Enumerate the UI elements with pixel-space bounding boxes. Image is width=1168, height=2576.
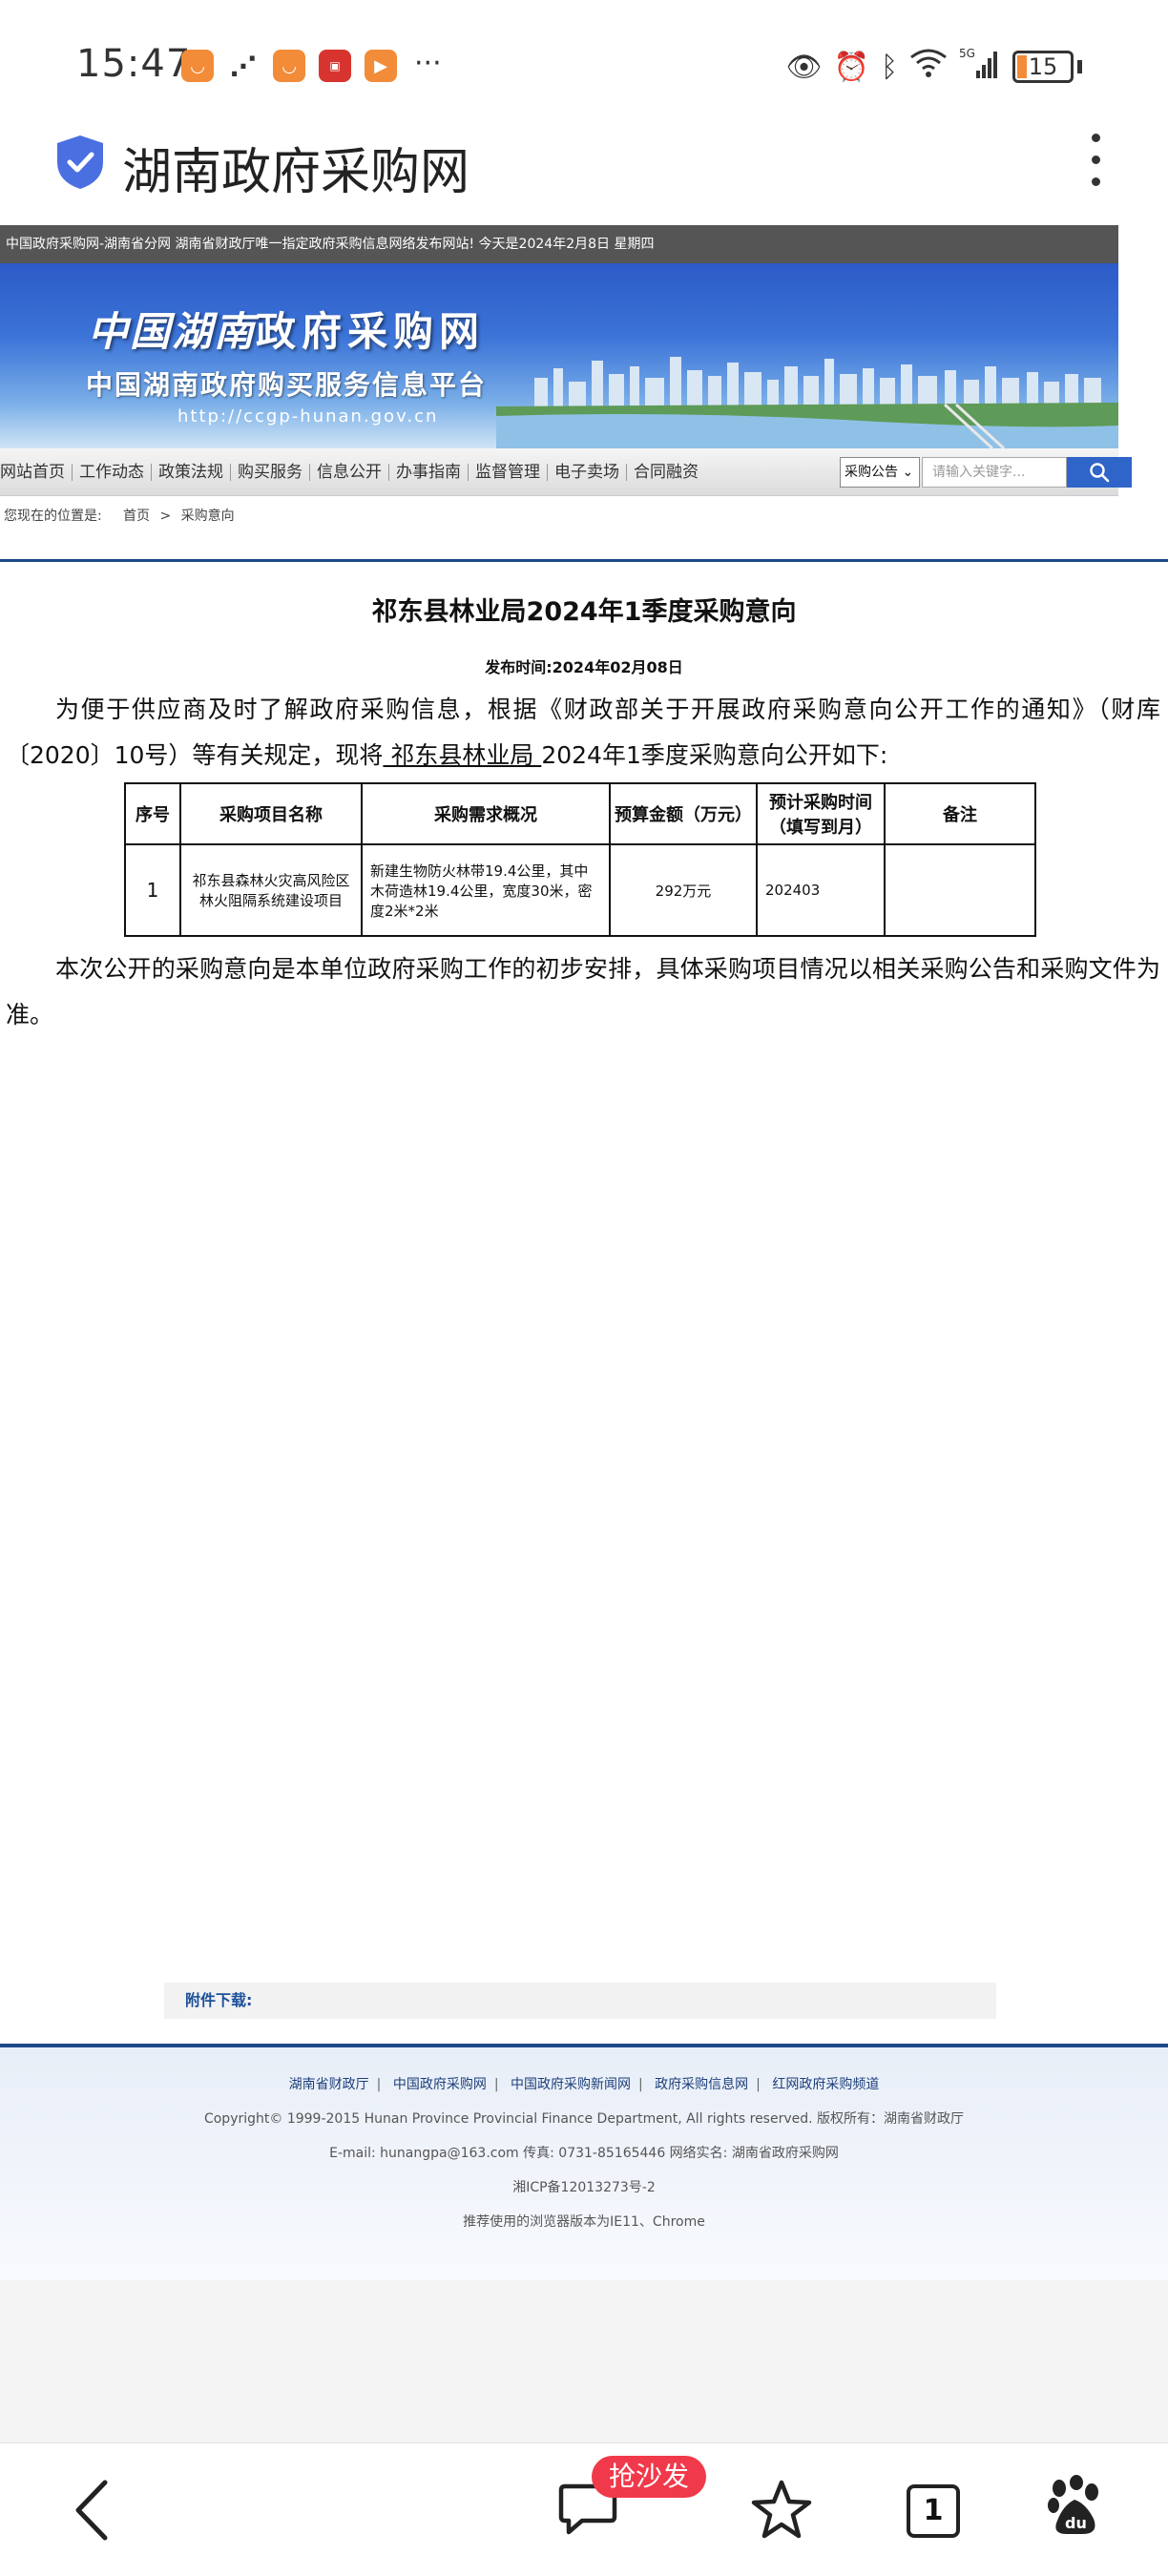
banner-logo: 中国湖南政府采购网 [88, 308, 486, 355]
battery-icon: 15 [1012, 51, 1074, 83]
nav-supervision[interactable]: 监督管理 [469, 464, 548, 481]
baidu-paw-icon[interactable]: du [1046, 2475, 1103, 2538]
news-notification-icon: ▣ [319, 50, 351, 82]
site-topline: 中国政府采购网-湖南省分网 湖南省财政厅唯一指定政府采购信息网络发布网站! 今天… [0, 225, 1118, 263]
page-bottom-space [0, 2280, 1168, 2442]
site-nav-bar: 网站首页 工作动态 政策法规 购买服务 信息公开 办事指南 监督管理 电子卖场 … [0, 448, 1132, 496]
footer-link[interactable]: 红网政府采购频道 [772, 2077, 879, 2092]
nav-policy[interactable]: 政策法规 [152, 464, 231, 481]
breadcrumb: 您现在的位置是: 首页 > 采购意向 [4, 509, 235, 524]
banner-url: http://ccgp-hunan.gov.cn [177, 406, 439, 426]
procurement-table: 序号 采购项目名称 采购需求概况 预算金额（万元） 预计采购时间（填写到月） 备… [124, 782, 1036, 937]
nav-services[interactable]: 购买服务 [231, 464, 310, 481]
footer-link[interactable]: 中国政府采购网 [393, 2077, 487, 2092]
city-skyline-image [496, 357, 1118, 448]
svg-text:5G: 5G [959, 47, 975, 60]
breadcrumb-home[interactable]: 首页 [123, 509, 150, 524]
search-button[interactable] [1067, 457, 1132, 488]
status-bar: 15:47 ◡ ⋰ ◡ ▣ ▶ ··· 👁 ⏰ ᛒ 5G 15 [0, 0, 1168, 134]
svg-text:du: du [1065, 2514, 1087, 2532]
table-cell [884, 843, 1036, 937]
footer-links: 湖南省财政厅 | 中国政府采购网 | 中国政府采购新闻网 | 政府采购信息网 | 红网政… [288, 2077, 880, 2092]
col-header: 采购项目名称 [179, 782, 363, 845]
footer-link[interactable]: 湖南省财政厅 [289, 2077, 369, 2092]
footer-link[interactable]: 中国政府采购新闻网 [511, 2077, 631, 2092]
footer-browser-note: 推荐使用的浏览器版本为IE11、Chrome [463, 2214, 705, 2230]
table-cell: 292万元 [609, 843, 758, 937]
wifi-icon [909, 48, 948, 86]
footer-icp: 湘ICP备12013273号-2 [512, 2180, 656, 2195]
col-header: 备注 [884, 782, 1036, 845]
search-icon [1090, 463, 1110, 483]
back-icon[interactable] [71, 2477, 113, 2544]
system-icons: 👁 ⏰ ᛒ 5G 15 [786, 46, 1082, 88]
search-category-select[interactable]: 采购公告 ⌄ [840, 457, 920, 488]
article-intro: 为便于供应商及时了解政府采购信息，根据《财政部关于开展政府采购意向公开工作的通知… [6, 696, 1160, 769]
site-footer: 湖南省财政厅 | 中国政府采购网 | 中国政府采购新闻网 | 政府采购信息网 | 红网政… [0, 2044, 1168, 2280]
col-header: 序号 [124, 782, 181, 845]
col-header: 采购需求概况 [361, 782, 611, 845]
table-row: 1 祁东县森林火灾高风险区林火阻隔系统建设项目 新建生物防火林带19.4公里，其… [124, 843, 1036, 937]
table-cell: 1 [124, 843, 181, 937]
signal-icon: 5G [959, 46, 1001, 88]
web-page: 中国政府采购网-湖南省分网 湖南省财政厅唯一指定政府采购信息网络发布网站! 今天… [0, 225, 1168, 1038]
table-cell: 祁东县森林火灾高风险区林火阻隔系统建设项目 [179, 843, 363, 937]
more-notifications-icon: ··· [414, 47, 442, 80]
divider [0, 559, 1168, 562]
more-menu-icon[interactable] [1086, 134, 1105, 195]
nav-info-disclosure[interactable]: 信息公开 [310, 464, 389, 481]
nav-e-mall[interactable]: 电子卖场 [548, 464, 627, 481]
shield-icon [57, 135, 103, 189]
star-icon[interactable] [750, 2479, 813, 2540]
footer-link[interactable]: 政府采购信息网 [655, 2077, 748, 2092]
video-notification-icon: ▶ [365, 50, 397, 82]
bluetooth-icon: ᛒ [881, 50, 898, 84]
article-closing: 本次公开的采购意向是本单位政府采购工作的初步安排，具体采购项目情况以相关采购公告… [6, 955, 1160, 1028]
attachment-download: 附件下载: [164, 1983, 996, 2019]
table-cell: 新建生物防火林带19.4公里，其中木荷造林19.4公里，宽度30米，密度2米*2… [361, 843, 611, 937]
battery-level: 15 [1028, 53, 1058, 80]
app-notification-icon: ⋰ [230, 50, 257, 82]
nav-guide[interactable]: 办事指南 [389, 464, 469, 481]
nav-work-news[interactable]: 工作动态 [73, 464, 152, 481]
footer-copyright: Copyright© 1999-2015 Hunan Province Prov… [203, 2111, 965, 2127]
site-banner: 中国湖南政府采购网 中国湖南政府购买服务信息平台 http://ccgp-hun… [0, 263, 1118, 448]
status-time: 15:47 [76, 42, 192, 86]
footer-contact: E-mail: hunangpa@163.com 传真: 0731-851654… [329, 2146, 839, 2161]
site-title: 湖南政府采购网 [122, 144, 470, 201]
nav-contract-finance[interactable]: 合同融资 [627, 464, 705, 481]
publish-date: 发布时间:2024年02月08日 [485, 658, 683, 676]
col-header: 预算金额（万元） [609, 782, 758, 845]
table-cell: 202403 [756, 843, 886, 937]
banner-subtitle: 中国湖南政府购买服务信息平台 [86, 369, 488, 401]
tabs-button[interactable]: 1 [907, 2484, 960, 2538]
comment-badge[interactable]: 抢沙发 [592, 2456, 707, 2498]
search-input[interactable]: 请输入关键字... [922, 457, 1067, 488]
taobao-notification-icon: ◡ [181, 50, 214, 82]
col-header: 预计采购时间（填写到月） [756, 782, 886, 845]
alarm-icon: ⏰ [833, 50, 869, 84]
nav-home[interactable]: 网站首页 [0, 464, 73, 481]
taobao-notification-icon-2: ◡ [273, 50, 305, 82]
notification-icons: ◡ ⋰ ◡ ▣ ▶ ··· [181, 50, 442, 82]
article-title: 祁东县林业局2024年1季度采购意向 [371, 597, 797, 627]
breadcrumb-current[interactable]: 采购意向 [181, 509, 235, 524]
eye-icon: 👁 [785, 50, 823, 84]
table-header-row: 序号 采购项目名称 采购需求概况 预算金额（万元） 预计采购时间（填写到月） 备… [124, 782, 1036, 845]
